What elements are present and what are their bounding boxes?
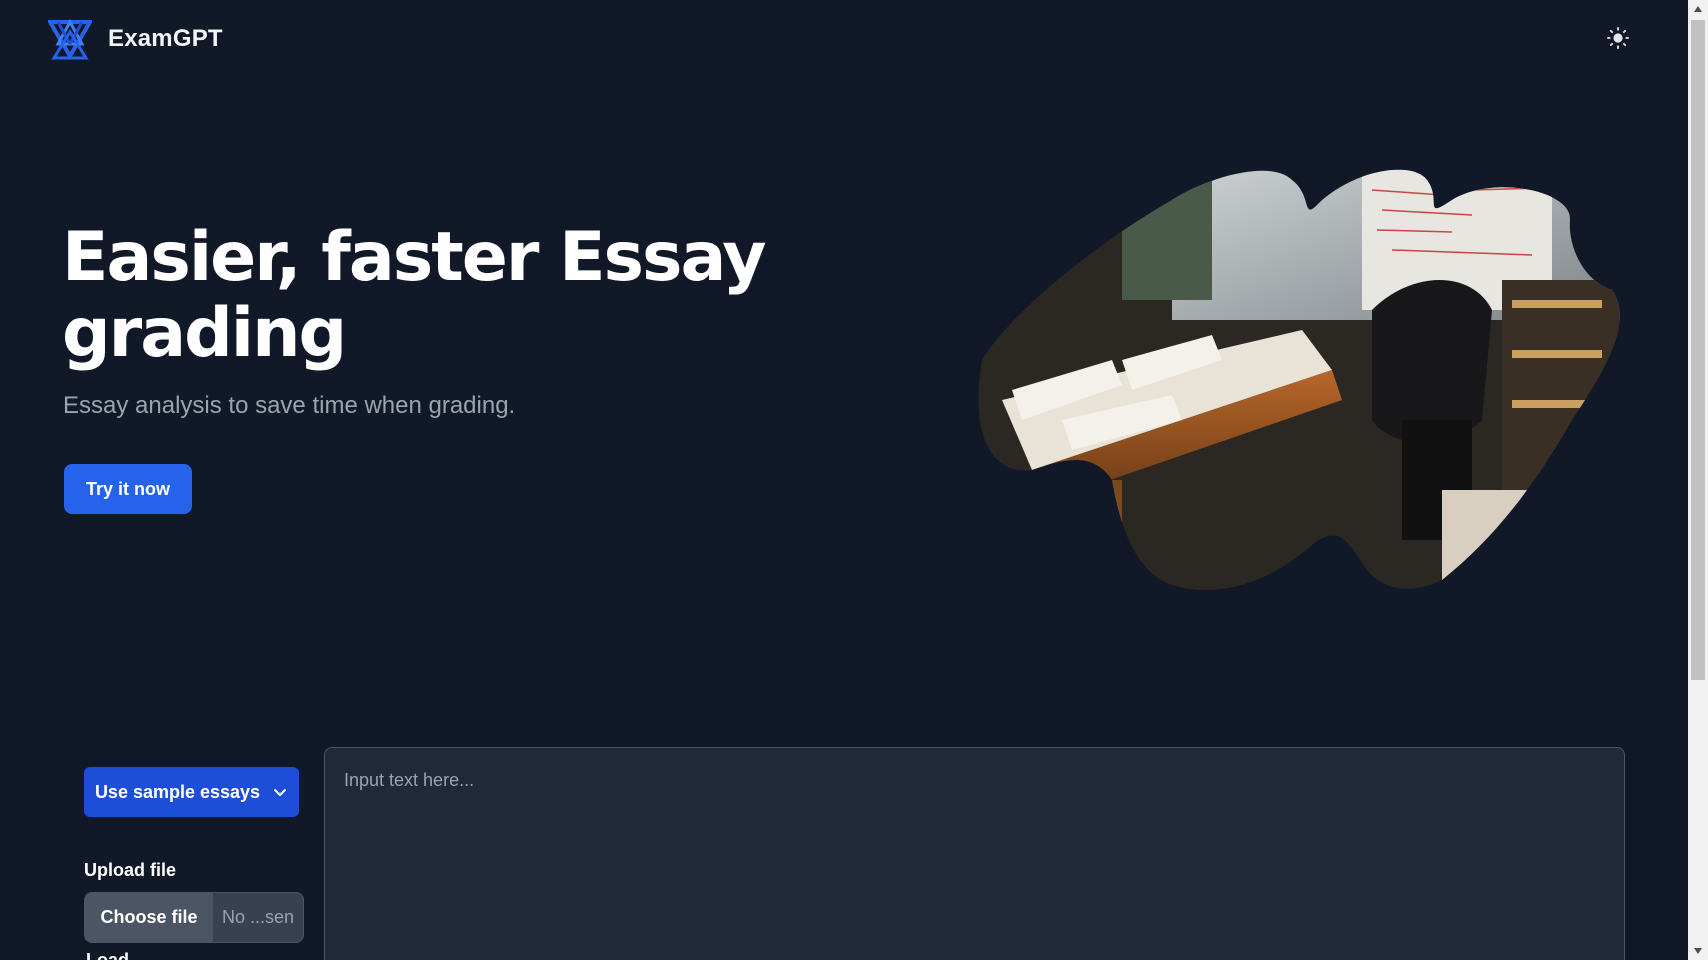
try-it-now-button[interactable]: Try it now [64,464,192,514]
brand[interactable]: ExamGPT [48,18,223,60]
use-sample-essays-button[interactable]: Use sample essays [84,767,299,817]
hero-subtitle: Essay analysis to save time when grading… [63,392,516,419]
sample-button-label: Use sample essays [94,781,261,802]
file-input[interactable]: Choose file No ...sen [84,892,304,943]
hero-title: Easier, faster Essay grading [62,220,782,372]
file-status-text: No ...sen [221,907,295,927]
essay-text-input[interactable] [324,747,1625,960]
hero-title-line1: Easier, faster Essay [62,218,767,297]
scroll-down-arrow-icon[interactable] [1688,942,1708,960]
sun-icon [1607,27,1629,49]
theme-toggle-button[interactable] [1600,20,1636,56]
choose-file-button[interactable]: Choose file [85,893,213,942]
scrollbar[interactable] [1688,0,1708,960]
brand-name: ExamGPT [108,25,223,52]
page: ExamGPT Easier, faster Essay grading Ess… [0,0,1688,960]
navbar: ExamGPT [0,0,1688,78]
hero-title-line2: grading [62,294,347,373]
scroll-thumb[interactable] [1691,20,1705,680]
upload-file-label: Upload file [84,860,177,880]
scroll-up-arrow-icon[interactable] [1688,0,1708,18]
chevron-down-icon [274,789,287,796]
cut-off-label: Load [86,951,129,960]
logo-icon [48,18,92,60]
hero-image [978,169,1620,590]
